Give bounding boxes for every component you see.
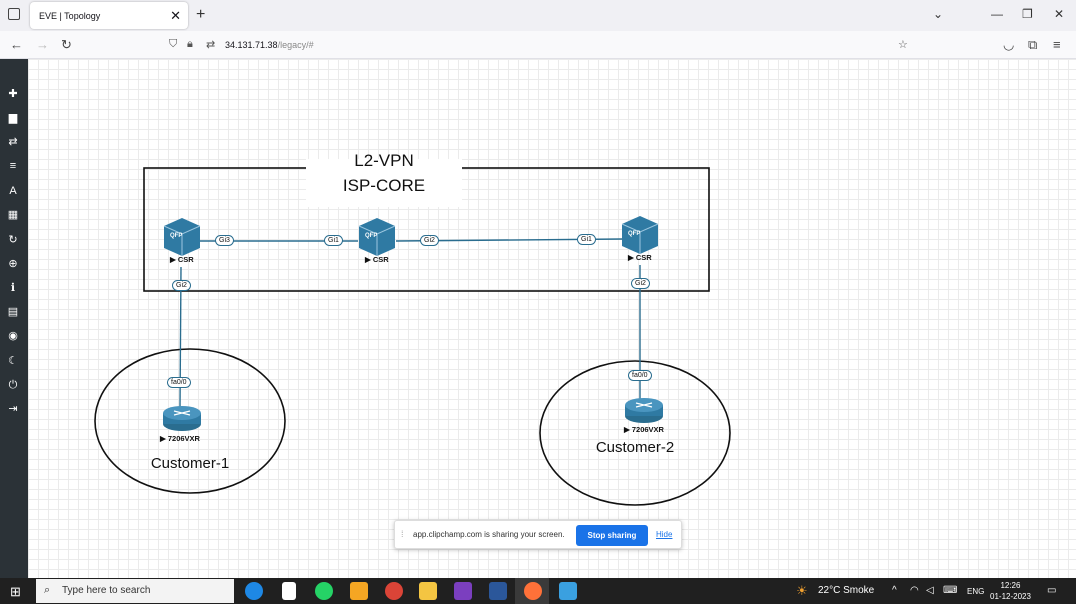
clipchamp-icon[interactable] (454, 582, 472, 600)
customer1-label: Customer-1 (150, 455, 230, 472)
port-label: fa0/0 (167, 377, 191, 388)
add-object-icon[interactable]: ✚ (6, 87, 20, 101)
restore-button[interactable]: ❐ (1022, 7, 1033, 21)
tab-list-icon[interactable] (8, 8, 20, 20)
topology-canvas[interactable]: L2-VPN ISP-CORE Customer-1 Customer-2 QF… (28, 59, 1076, 578)
logout-icon[interactable]: ⇥ (6, 402, 20, 416)
grid-icon[interactable]: ▦ (6, 208, 20, 222)
share-message: app.clipchamp.com is sharing your screen… (413, 530, 565, 539)
tabs-dropdown-icon[interactable]: ⌄ (933, 7, 943, 21)
url-host: 34.131.71.38 (225, 40, 278, 50)
status-icon[interactable]: ◉ (6, 329, 20, 343)
port-label: Gi2 (420, 235, 439, 246)
tab-close-icon[interactable]: ✕ (170, 8, 181, 24)
tab-eve-topology[interactable]: EVE | Topology ✕ (30, 2, 188, 29)
file-icon[interactable] (282, 582, 296, 600)
clock-time: 12:26 (1000, 581, 1021, 590)
networks-icon[interactable]: ⇄ (6, 135, 20, 149)
text-object-icon[interactable]: A (6, 184, 20, 198)
weather-icon: ☀ (796, 583, 808, 598)
hide-link[interactable]: Hide (656, 530, 672, 539)
url-path: /legacy/# (277, 40, 314, 50)
screen-share-bar: ⁞ app.clipchamp.com is sharing your scre… (394, 520, 682, 549)
dark-mode-icon[interactable]: ☾ (6, 354, 20, 368)
startup-configs-icon[interactable]: ≡ (6, 159, 20, 173)
zoom-icon[interactable]: ⊕ (6, 257, 20, 271)
browser-tab-bar: EVE | Topology ✕ + ⌄ — ❐ ✕ (0, 0, 1076, 31)
clock-date: 01-12-2023 (990, 592, 1031, 601)
new-tab-button[interactable]: + (196, 6, 205, 24)
shield-icon[interactable]: ⛉ (169, 38, 177, 51)
app-icon[interactable] (350, 582, 368, 600)
router-label[interactable]: ▶ 7206VXR (160, 434, 200, 443)
search-icon: ⌕ (44, 584, 51, 596)
customer2-label: Customer-2 (595, 439, 675, 456)
port-label: Gi1 (577, 234, 596, 245)
mail-icon[interactable] (489, 582, 507, 600)
close-window-button[interactable]: ✕ (1054, 7, 1064, 21)
nodes-icon[interactable]: ▆ (6, 111, 20, 125)
port-label: Gi2 (631, 278, 650, 289)
permissions-icon[interactable]: ⇄ (206, 38, 215, 51)
menu-icon[interactable]: ≡ (1053, 37, 1061, 52)
back-arrow-icon[interactable]: ← (10, 37, 23, 52)
firefox-icon[interactable] (524, 582, 542, 600)
chrome-icon[interactable] (385, 582, 403, 600)
url-bar[interactable]: ⛉ 🔒︎ ⇄ 34.131.71.38/legacy/# ☆ (165, 35, 915, 55)
router-7206-1 (163, 406, 201, 431)
volume-icon[interactable]: ◁ (926, 585, 934, 596)
minimize-button[interactable]: — (991, 7, 1003, 21)
lab-details-icon[interactable]: ▤ (6, 305, 20, 319)
whatsapp-icon[interactable] (315, 582, 333, 600)
windows-taskbar: ⊞ ⌕ Type here to search ☀ 22°C Smoke ^ ◠… (0, 578, 1076, 604)
language-indicator[interactable]: ENG (967, 587, 984, 596)
windows-start-icon[interactable]: ⊞ (10, 584, 21, 600)
forward-arrow-icon[interactable]: → (36, 37, 49, 52)
router-7206-2 (625, 398, 663, 423)
keyboard-icon[interactable]: ⌨ (943, 585, 957, 596)
taskbar-clock[interactable]: 12:26 01-12-2023 (990, 580, 1031, 602)
qfp-badge: QFP (170, 233, 183, 239)
tab-title: EVE | Topology (39, 11, 101, 21)
stop-sharing-button[interactable]: Stop sharing (576, 525, 648, 546)
edge-icon[interactable] (245, 582, 263, 600)
reload-icon[interactable]: ↻ (61, 37, 72, 53)
notifications-icon[interactable]: ▭ (1047, 585, 1056, 596)
router-label[interactable]: ▶ CSR (170, 255, 194, 264)
file-explorer-icon[interactable] (419, 582, 437, 600)
refresh-topology-icon[interactable]: ↻ (6, 233, 20, 247)
weather-text[interactable]: 22°C Smoke (818, 585, 874, 596)
drag-handle-icon[interactable]: ⁞ (401, 529, 404, 539)
search-placeholder: Type here to search (62, 585, 151, 596)
eve-sidebar: ✚ ▆ ⇄ ≡ A ▦ ↻ ⊕ ℹ ▤ ◉ ☾ ⏻ ⇥ (0, 59, 28, 578)
topology-drawing (94, 159, 731, 506)
app-icon[interactable] (559, 582, 577, 600)
isp-core-label: ISP-CORE (342, 176, 426, 195)
router-label[interactable]: ▶ CSR (628, 253, 652, 262)
pocket-icon[interactable]: ◡ (1003, 37, 1014, 53)
qfp-badge: QFP (365, 233, 378, 239)
port-label: fa0/0 (628, 370, 652, 381)
bookmark-star-icon[interactable]: ☆ (898, 38, 908, 51)
network-icon[interactable]: ◠ (910, 585, 919, 596)
power-icon[interactable]: ⏻ (6, 378, 20, 392)
topology-title: L2-VPN (354, 151, 414, 170)
port-label: Gi3 (215, 235, 234, 246)
lock-icon[interactable]: 🔒︎ (187, 38, 193, 51)
router-label[interactable]: ▶ CSR (365, 255, 389, 264)
tray-chevron-icon[interactable]: ^ (892, 585, 897, 596)
port-label: Gi1 (324, 235, 343, 246)
port-label: Gi2 (172, 280, 191, 291)
extensions-icon[interactable]: ⧉ (1028, 37, 1037, 53)
info-icon[interactable]: ℹ (6, 281, 20, 295)
taskbar-search-box[interactable]: ⌕ Type here to search (36, 579, 234, 603)
browser-nav-bar: ← → ↻ ⛉ 🔒︎ ⇄ 34.131.71.38/legacy/# ☆ ◡ ⧉… (0, 31, 1076, 59)
qfp-badge: QFP (628, 231, 641, 237)
router-label[interactable]: ▶ 7206VXR (624, 425, 664, 434)
